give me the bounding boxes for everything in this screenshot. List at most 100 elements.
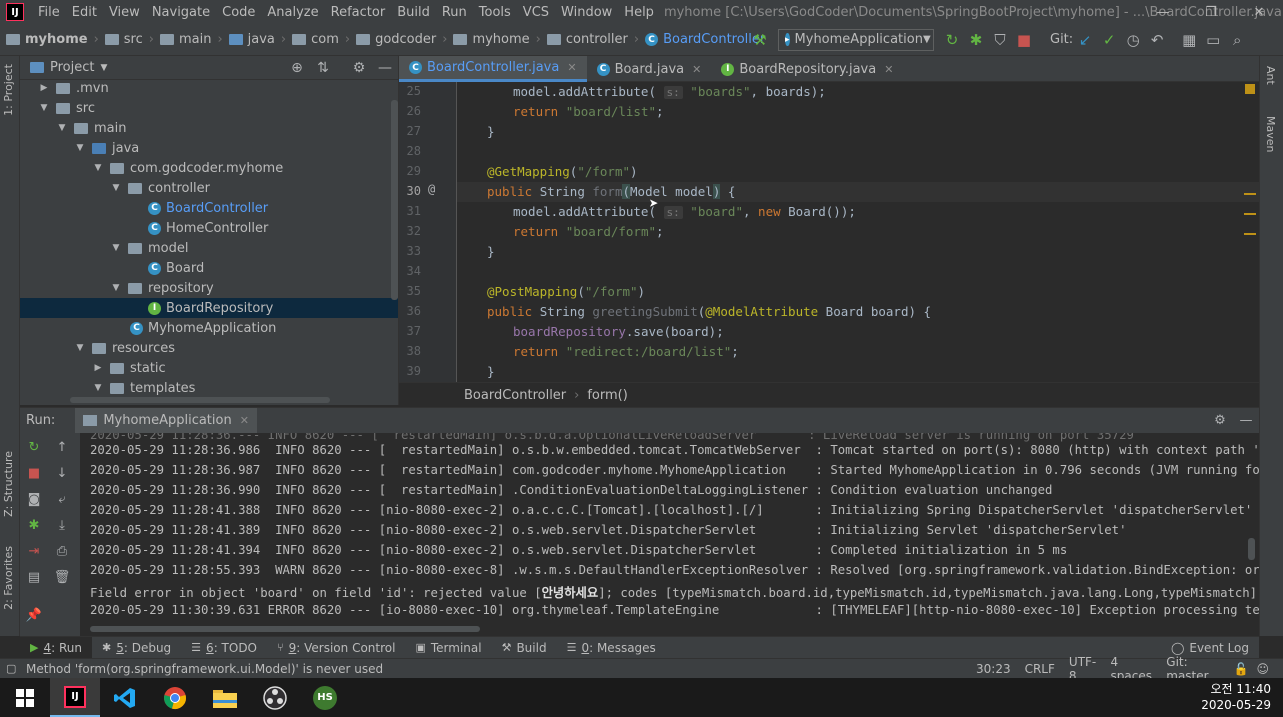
warning-marker[interactable] — [1244, 233, 1256, 235]
intellij-logo-icon[interactable]: IJ — [6, 3, 24, 21]
toolwindow-version-control[interactable]: ⑂ 9: Version Control — [267, 637, 405, 659]
close-icon[interactable]: ✕ — [692, 63, 701, 76]
rerun-icon[interactable]: ↻ — [940, 28, 964, 52]
taskbar-hs-app[interactable]: HS — [300, 678, 350, 717]
debug-bug-icon[interactable]: ✱ — [964, 28, 988, 52]
tree-item-board[interactable]: C Board — [20, 258, 398, 278]
web-mapping-gutter-icon[interactable]: @ — [428, 182, 435, 196]
hide-panel-icon[interactable]: — — [1233, 413, 1259, 428]
collapse-all-icon[interactable]: ⇅ — [310, 60, 336, 76]
crumb-godcoder[interactable]: godcoder › — [356, 32, 453, 47]
project-vertical-scrollbar[interactable] — [391, 100, 398, 300]
chevron-down-icon[interactable]: ▼ — [100, 63, 107, 73]
tree-item-homecontroller[interactable]: C HomeController — [20, 218, 398, 238]
close-window-button[interactable]: ✕ — [1235, 0, 1283, 24]
code-editor[interactable]: 25 26 27 28 29 30 31 32 33 34 35 36 37 3… — [399, 82, 1259, 382]
menu-build[interactable]: Build — [391, 5, 436, 20]
layout-icon[interactable]: ▤ — [24, 567, 44, 587]
warning-marker[interactable] — [1244, 213, 1256, 215]
lock-icon[interactable]: 🔓 — [1234, 662, 1249, 676]
menu-refactor[interactable]: Refactor — [325, 5, 392, 20]
run-tab-myhomeapplication[interactable]: MyhomeApplication ✕ — [75, 407, 257, 434]
menu-edit[interactable]: Edit — [66, 5, 103, 20]
project-panel-title[interactable]: Project — [50, 60, 94, 75]
favorites-tool-tab[interactable]: 2: Favorites — [2, 546, 15, 610]
line-separator[interactable]: CRLF — [1025, 662, 1055, 676]
trash-icon[interactable]: 🗑 — [52, 567, 72, 587]
presentation-icon[interactable]: ▭ — [1201, 28, 1225, 52]
tree-item-myhomeapplication[interactable]: C MyhomeApplication — [20, 318, 398, 338]
project-structure-icon[interactable]: ▦ — [1177, 28, 1201, 52]
gear-icon[interactable]: ⚙ — [346, 60, 372, 76]
stop-icon[interactable]: ■ — [1012, 28, 1036, 52]
pin-icon[interactable]: 📌 — [24, 605, 44, 625]
run-console[interactable]: 2020-05-29 11:28:36.--- INFO 8620 --- [ … — [80, 433, 1259, 636]
run-configuration-dropdown[interactable]: ▸ MyhomeApplication ▼ — [778, 28, 934, 51]
inspector-icon[interactable]: ☺ — [1257, 662, 1270, 676]
scroll-down-icon[interactable]: ↓ — [52, 463, 72, 483]
search-icon[interactable]: ⌕ — [1225, 28, 1249, 52]
toolwindow-debug[interactable]: ✱ 5: Debug — [92, 637, 181, 659]
taskbar-chrome[interactable] — [150, 678, 200, 717]
menu-tools[interactable]: Tools — [473, 5, 517, 20]
tab-board-java[interactable]: C Board.java ✕ — [587, 56, 712, 82]
breadcrumb-class[interactable]: BoardController — [464, 388, 566, 403]
system-clock[interactable]: 오전 11:40 2020-05-29 — [1201, 681, 1271, 713]
console-vertical-scrollbar[interactable] — [1248, 538, 1255, 560]
toolwindow-messages[interactable]: ☰ 0: Messages — [557, 637, 666, 659]
taskbar-file-explorer[interactable] — [200, 678, 250, 717]
crumb-myhome-package[interactable]: myhome › — [453, 32, 546, 47]
tree-item-boardrepository[interactable]: I BoardRepository — [20, 298, 398, 318]
stop-icon[interactable]: ■ — [24, 463, 44, 483]
toolwindow-todo[interactable]: ☰ 6: TODO — [181, 637, 267, 659]
toolwindow-run[interactable]: ▶ 4: Run — [20, 636, 92, 659]
camera-icon[interactable]: ◙ — [24, 489, 44, 509]
tree-item-controller[interactable]: ▼ controller — [20, 178, 398, 198]
close-icon[interactable]: ✕ — [240, 414, 249, 427]
tree-item-mvn[interactable]: ▶ .mvn — [20, 78, 398, 98]
git-commit-check-icon[interactable]: ✓ — [1097, 28, 1121, 52]
scroll-up-icon[interactable]: ↑ — [52, 437, 72, 457]
menu-vcs[interactable]: VCS — [517, 5, 555, 20]
gear-icon[interactable]: ⚙ — [1207, 413, 1233, 428]
menu-window[interactable]: Window — [555, 5, 618, 20]
git-update-icon[interactable]: ↙ — [1073, 28, 1097, 52]
tree-item-static[interactable]: ▶ static — [20, 358, 398, 378]
close-icon[interactable]: ✕ — [884, 63, 893, 76]
locate-target-icon[interactable]: ⊕ — [284, 60, 310, 76]
history-clock-icon[interactable]: ◷ — [1121, 28, 1145, 52]
scroll-to-end-icon[interactable]: ⤓ — [52, 515, 72, 535]
rerun-icon[interactable]: ↻ — [24, 437, 44, 457]
crumb-main[interactable]: main › — [159, 32, 229, 47]
breadcrumb-method[interactable]: form() — [587, 388, 627, 403]
rollback-icon[interactable]: ↶ — [1145, 28, 1169, 52]
menu-analyze[interactable]: Analyze — [261, 5, 324, 20]
menu-run[interactable]: Run — [436, 5, 473, 20]
print-icon[interactable]: ⎙ — [52, 541, 72, 561]
tree-item-boardcontroller[interactable]: C BoardController — [20, 198, 398, 218]
taskbar-intellij[interactable]: IJ — [50, 678, 100, 717]
toolwindow-build[interactable]: ⚒ Build — [492, 637, 557, 659]
toggle-tool-windows-icon[interactable]: ▢ — [6, 662, 16, 675]
hide-panel-icon[interactable]: — — [372, 60, 398, 76]
tab-boardcontroller-java[interactable]: C BoardController.java ✕ — [399, 56, 587, 82]
tree-item-main[interactable]: ▼ main — [20, 118, 398, 138]
toolwindow-terminal[interactable]: ▣ Terminal — [405, 637, 491, 659]
structure-tool-tab[interactable]: Z: Structure — [2, 451, 15, 517]
tree-item-resources[interactable]: ▼ resources — [20, 338, 398, 358]
tree-item-java[interactable]: ▼ java — [20, 138, 398, 158]
maven-tool-tab[interactable]: Maven — [1264, 116, 1277, 152]
event-log-button[interactable]: ◯ Event Log — [1171, 641, 1259, 655]
build-hammer-icon[interactable]: ⚒ — [748, 28, 772, 52]
project-tool-tab[interactable]: 1: Project — [2, 64, 15, 116]
close-icon[interactable]: ✕ — [567, 61, 576, 74]
update-app-icon[interactable]: ✱ — [24, 515, 44, 535]
crumb-myhome[interactable]: myhome › — [6, 32, 105, 47]
warning-marker[interactable] — [1244, 193, 1256, 195]
menu-view[interactable]: View — [103, 5, 146, 20]
project-horizontal-scrollbar[interactable] — [70, 397, 330, 403]
menu-navigate[interactable]: Navigate — [146, 5, 216, 20]
crumb-src[interactable]: src › — [104, 32, 160, 47]
menu-code[interactable]: Code — [216, 5, 261, 20]
caret-position[interactable]: 30:23 — [976, 662, 1011, 676]
